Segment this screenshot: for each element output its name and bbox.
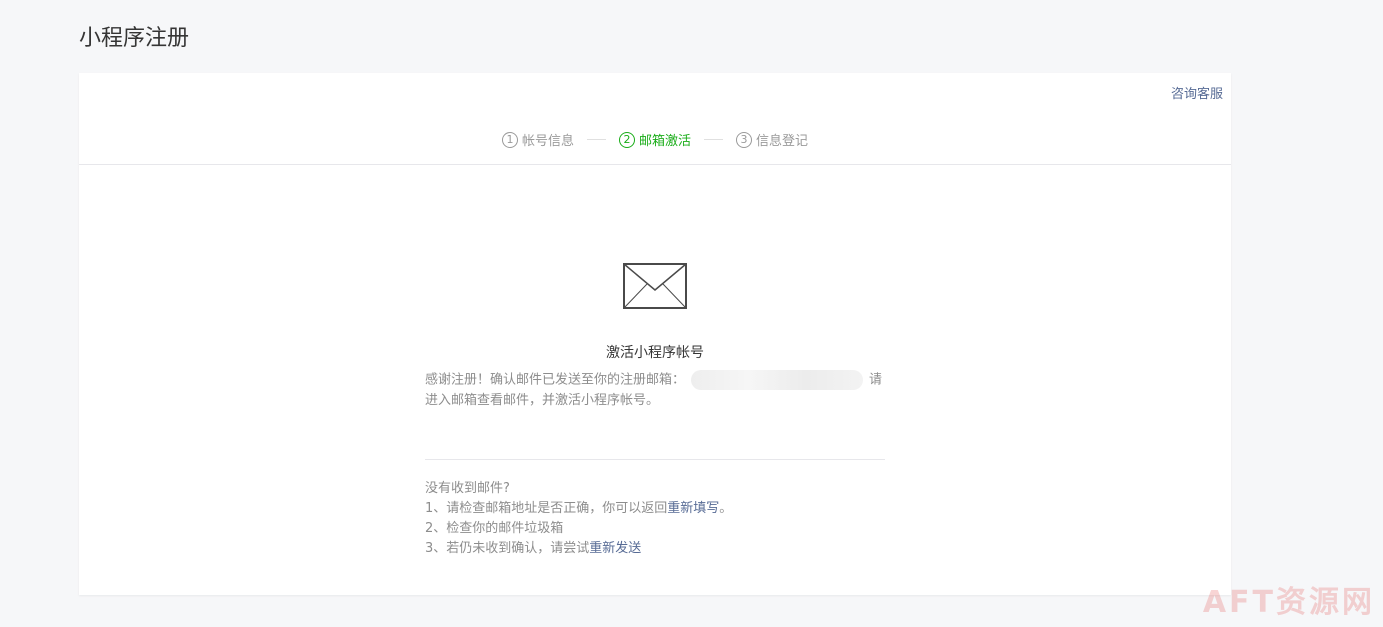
resend-link[interactable]: 重新发送	[589, 541, 641, 556]
tip-end: 。	[719, 501, 733, 516]
tip-item-2: 2、检查你的邮件垃圾箱	[425, 521, 564, 536]
watermark: AFT资源网	[1202, 585, 1375, 620]
card-header: 咨询客服 1 帐号信息 2 邮箱激活 3 信息登记	[79, 73, 1231, 165]
tip-item-3: 3、若仍未收到确认，请尝试重新发送	[425, 539, 885, 559]
step-label: 帐号信息	[521, 134, 574, 149]
step-label: 邮箱激活	[638, 134, 691, 149]
description-prefix: 感谢注册！确认邮件已发送至你的注册邮箱：	[425, 372, 686, 388]
activation-title: 激活小程序帐号	[606, 345, 704, 361]
step-label: 信息登记	[756, 134, 809, 149]
help-tips: 没有收到邮件? 1、请检查邮箱地址是否正确，你可以返回重新填写。 2、检查你的邮…	[425, 479, 885, 559]
activation-description: 感谢注册！确认邮件已发送至你的注册邮箱： 请进入邮箱查看邮件，并激活小程序帐号。	[425, 370, 885, 411]
tip-text: 1、请检查邮箱地址是否正确，你可以返回	[425, 501, 668, 516]
step-number: 1	[501, 131, 518, 148]
step-account-info: 1 帐号信息	[501, 130, 574, 149]
tip-item-1: 1、请检查邮箱地址是否正确，你可以返回重新填写。	[425, 499, 885, 519]
step-number: 2	[618, 131, 635, 148]
step-info-registration: 3 信息登记	[736, 130, 808, 149]
page-title: 小程序注册	[79, 26, 190, 51]
step-email-activation: 2 邮箱激活	[618, 130, 691, 149]
refill-link[interactable]: 重新填写	[667, 501, 719, 516]
step-indicator: 1 帐号信息 2 邮箱激活 3 信息登记	[79, 130, 1231, 149]
envelope-icon	[623, 263, 687, 309]
tips-heading: 没有收到邮件?	[425, 481, 510, 496]
customer-service-link[interactable]: 咨询客服	[1171, 83, 1223, 102]
step-separator	[704, 139, 723, 140]
step-separator	[586, 139, 606, 140]
masked-email	[691, 370, 864, 390]
divider	[425, 459, 885, 460]
step-number: 3	[736, 131, 752, 148]
registration-card: 咨询客服 1 帐号信息 2 邮箱激活 3 信息登记 激活小程序帐号 感谢注册！确…	[79, 73, 1231, 595]
tip-text: 3、若仍未收到确认，请尝试	[425, 541, 590, 556]
